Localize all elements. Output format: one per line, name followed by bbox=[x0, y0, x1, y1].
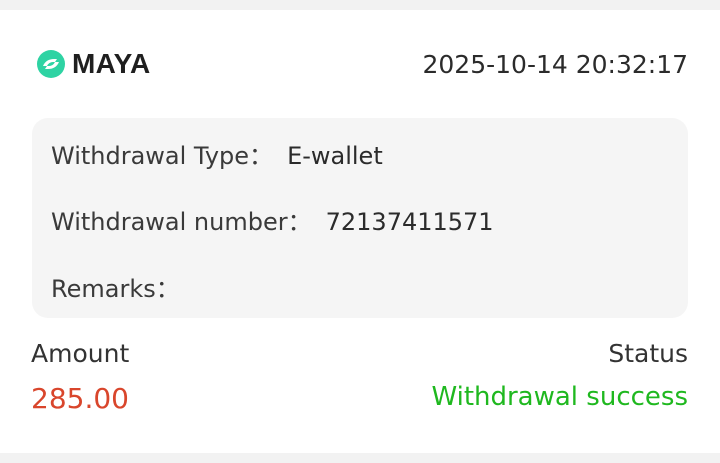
withdrawal-type-value: E-wallet bbox=[287, 142, 383, 170]
status-value: Withdrawal success bbox=[431, 382, 688, 412]
withdrawal-number-row: Withdrawal number： 72137411571 bbox=[51, 202, 494, 237]
brand-name: MAYA bbox=[72, 48, 151, 79]
withdrawal-type-row: Withdrawal Type： E-wallet bbox=[51, 136, 383, 171]
remarks-label: Remarks： bbox=[51, 275, 180, 303]
brand: MAYA bbox=[36, 48, 151, 80]
maya-logo-icon bbox=[37, 50, 65, 78]
amount-label: Amount bbox=[31, 339, 130, 368]
withdrawal-record-card: MAYA 2025-10-14 20:32:17 Withdrawal Type… bbox=[0, 10, 720, 453]
record-header: MAYA 2025-10-14 20:32:17 bbox=[36, 44, 688, 84]
remarks-row: Remarks： bbox=[51, 269, 194, 304]
status-label: Status bbox=[608, 339, 688, 368]
amount-value: 285.00 bbox=[31, 382, 129, 415]
record-timestamp: 2025-10-14 20:32:17 bbox=[422, 49, 688, 79]
withdrawal-number-value: 72137411571 bbox=[325, 208, 494, 236]
withdrawal-details: Withdrawal Type： E-wallet Withdrawal numb… bbox=[32, 118, 688, 318]
withdrawal-type-label: Withdrawal Type： bbox=[51, 142, 274, 170]
withdrawal-number-label: Withdrawal number： bbox=[51, 208, 312, 236]
